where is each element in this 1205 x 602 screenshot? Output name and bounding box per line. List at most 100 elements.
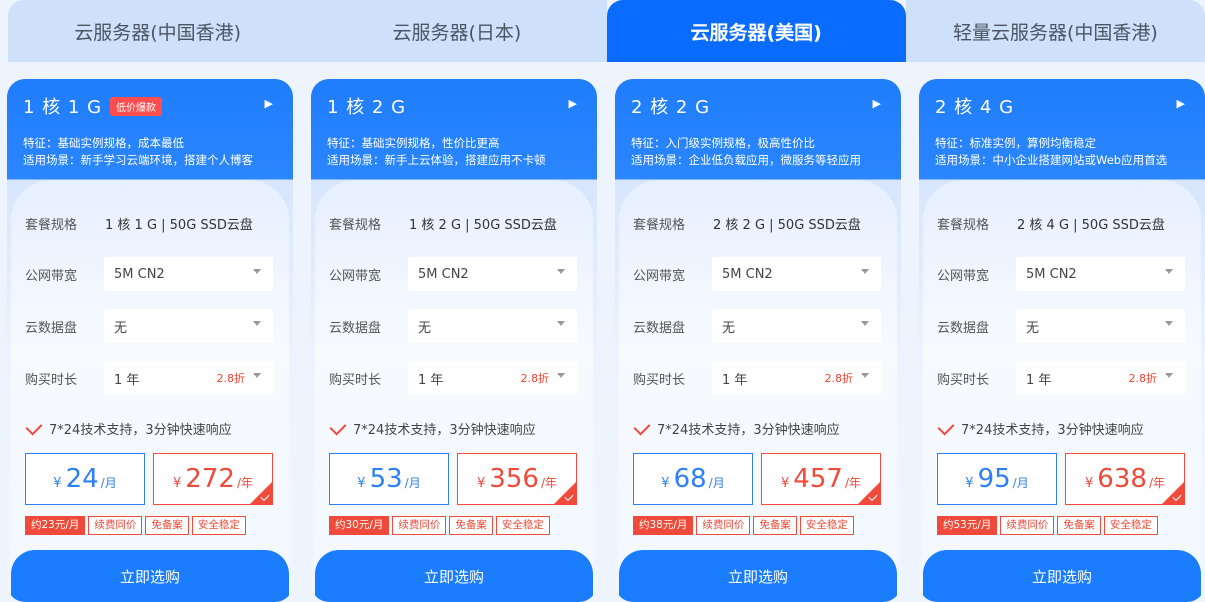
chevron-right-icon[interactable]: ▶ (873, 97, 881, 110)
disk-value: 无 (114, 320, 128, 336)
renew-same-price-tag: 续费同价 (88, 516, 143, 535)
no-filing-tag: 免备案 (753, 516, 797, 535)
plan-title: 2 核 2 G (631, 97, 711, 118)
plan-title: 2 核 4 G (935, 97, 1015, 118)
check-icon (329, 418, 347, 435)
bandwidth-select[interactable]: 5M CN2 (104, 257, 273, 291)
chevron-right-icon[interactable]: ▶ (1177, 97, 1185, 110)
disk-label: 云数据盘 (937, 320, 990, 336)
yearly-price: 457 (793, 464, 843, 494)
plan-tags: 约53元/月 续费同价 免备案 安全稳定 (937, 516, 1158, 535)
plan-card-header[interactable]: 1 核 1 G 低价爆款 ▶ 特征：基础实例规格，成本最低 适用场景：新手学习云… (7, 79, 293, 181)
caret-down-icon (861, 321, 869, 326)
disk-value: 无 (418, 320, 432, 336)
yearly-price-option[interactable]: ¥ 272 /年 (153, 453, 273, 505)
plan-tags: 约38元/月 续费同价 免备案 安全稳定 (633, 516, 854, 535)
support-note: 7*24技术支持，3分钟快速响应 (25, 418, 232, 438)
bandwidth-label: 公网带宽 (329, 268, 382, 284)
per-month-unit: /月 (1012, 476, 1029, 490)
plan-card-3: 2 核 2 G ▶ 特征：入门级实例规格，极高性价比 适用场景：企业低负载应用，… (615, 79, 901, 602)
no-filing-tag: 免备案 (145, 516, 189, 535)
tab-cloud-server-japan[interactable]: 云服务器(日本) (307, 0, 607, 62)
duration-value: 1 年 (722, 372, 748, 388)
support-text: 7*24技术支持，3分钟快速响应 (49, 423, 232, 438)
yearly-price-option[interactable]: ¥ 457 /年 (761, 453, 881, 505)
disk-select[interactable]: 无 (408, 309, 577, 343)
currency-symbol: ¥ (661, 476, 670, 491)
monthly-price-option[interactable]: ¥ 24 /月 (25, 453, 145, 505)
secure-stable-tag: 安全稳定 (191, 516, 246, 535)
plan-card-header[interactable]: 2 核 4 G ▶ 特征：标准实例，算例均衡稳定 适用场景：中小企业搭建网站或W… (919, 79, 1205, 181)
check-icon (633, 418, 651, 435)
disk-select[interactable]: 无 (712, 309, 881, 343)
monthly-price-option[interactable]: ¥ 95 /月 (937, 453, 1057, 505)
caret-down-icon (253, 321, 261, 326)
duration-select[interactable]: 1 年 2.8折 (712, 361, 881, 395)
bandwidth-value: 5M CN2 (114, 266, 165, 282)
disk-label: 云数据盘 (329, 320, 382, 336)
yearly-price-option[interactable]: ¥ 638 /年 (1065, 453, 1185, 505)
yearly-price-option[interactable]: ¥ 356 /年 (457, 453, 577, 505)
spec-label: 套餐规格 (633, 217, 686, 233)
caret-down-icon (557, 373, 565, 378)
monthly-price-option[interactable]: ¥ 53 /月 (329, 453, 449, 505)
currency-symbol: ¥ (173, 476, 182, 491)
plan-card-header[interactable]: 1 核 2 G ▶ 特征：基础实例规格，性价比更高 适用场景：新手上云体验，搭建… (311, 79, 597, 181)
check-icon (937, 418, 955, 435)
monthly-equivalent-tag: 约38元/月 (633, 516, 694, 535)
per-month-unit: /月 (404, 476, 421, 490)
plan-body: 套餐规格 2 核 2 G | 50G SSD云盘 公网带宽 5M CN2 云数据… (619, 180, 897, 602)
bandwidth-select[interactable]: 5M CN2 (408, 257, 577, 291)
renew-same-price-tag: 续费同价 (696, 516, 751, 535)
renew-same-price-tag: 续费同价 (392, 516, 447, 535)
buy-now-button[interactable]: 立即选购 (315, 550, 593, 602)
secure-stable-tag: 安全稳定 (495, 516, 550, 535)
support-text: 7*24技术支持，3分钟快速响应 (657, 423, 840, 438)
currency-symbol: ¥ (477, 476, 486, 491)
duration-select[interactable]: 1 年 2.8折 (408, 361, 577, 395)
caret-down-icon (557, 269, 565, 274)
selected-corner (554, 482, 576, 504)
bandwidth-label: 公网带宽 (25, 268, 78, 284)
disk-label: 云数据盘 (25, 320, 78, 336)
plan-card-4: 2 核 4 G ▶ 特征：标准实例，算例均衡稳定 适用场景：中小企业搭建网站或W… (919, 79, 1205, 602)
support-note: 7*24技术支持，3分钟快速响应 (329, 418, 536, 438)
duration-value: 1 年 (114, 372, 140, 388)
duration-value: 1 年 (1026, 372, 1052, 388)
caret-down-icon (861, 269, 869, 274)
caret-down-icon (253, 373, 261, 378)
chevron-right-icon[interactable]: ▶ (569, 97, 577, 110)
plan-card-header[interactable]: 2 核 2 G ▶ 特征：入门级实例规格，极高性价比 适用场景：企业低负载应用，… (615, 79, 901, 181)
support-text: 7*24技术支持，3分钟快速响应 (961, 423, 1144, 438)
plan-scene: 适用场景：中小企业搭建网站或Web应用首选 (935, 153, 1168, 167)
yearly-price: 356 (489, 464, 539, 494)
duration-select[interactable]: 1 年 2.8折 (104, 361, 273, 395)
buy-now-button[interactable]: 立即选购 (11, 550, 289, 602)
plan-body: 套餐规格 1 核 2 G | 50G SSD云盘 公网带宽 5M CN2 云数据… (315, 180, 593, 602)
bandwidth-select[interactable]: 5M CN2 (1016, 257, 1185, 291)
support-text: 7*24技术支持，3分钟快速响应 (353, 423, 536, 438)
support-note: 7*24技术支持，3分钟快速响应 (633, 418, 840, 438)
no-filing-tag: 免备案 (1057, 516, 1101, 535)
plan-card-2: 1 核 2 G ▶ 特征：基础实例规格，性价比更高 适用场景：新手上云体验，搭建… (311, 79, 597, 602)
selected-corner (250, 482, 272, 504)
plan-body: 套餐规格 2 核 4 G | 50G SSD云盘 公网带宽 5M CN2 云数据… (923, 180, 1201, 602)
caret-down-icon (1165, 269, 1173, 274)
tab-lightweight-server-hongkong[interactable]: 轻量云服务器(中国香港) (905, 0, 1205, 62)
duration-label: 购买时长 (25, 372, 78, 388)
disk-select[interactable]: 无 (1016, 309, 1185, 343)
bandwidth-select[interactable]: 5M CN2 (712, 257, 881, 291)
duration-select[interactable]: 1 年 2.8折 (1016, 361, 1185, 395)
buy-now-button[interactable]: 立即选购 (619, 550, 897, 602)
chevron-right-icon[interactable]: ▶ (265, 97, 273, 110)
buy-now-button[interactable]: 立即选购 (923, 550, 1201, 602)
monthly-price-option[interactable]: ¥ 68 /月 (633, 453, 753, 505)
discount-label: 2.8折 (520, 372, 550, 385)
renew-same-price-tag: 续费同价 (1000, 516, 1055, 535)
duration-value: 1 年 (418, 372, 444, 388)
disk-select[interactable]: 无 (104, 309, 273, 343)
tab-cloud-server-usa[interactable]: 云服务器(美国) (606, 0, 906, 62)
spec-label: 套餐规格 (937, 217, 990, 233)
caret-down-icon (1165, 321, 1173, 326)
tab-cloud-server-hongkong[interactable]: 云服务器(中国香港) (8, 0, 308, 62)
